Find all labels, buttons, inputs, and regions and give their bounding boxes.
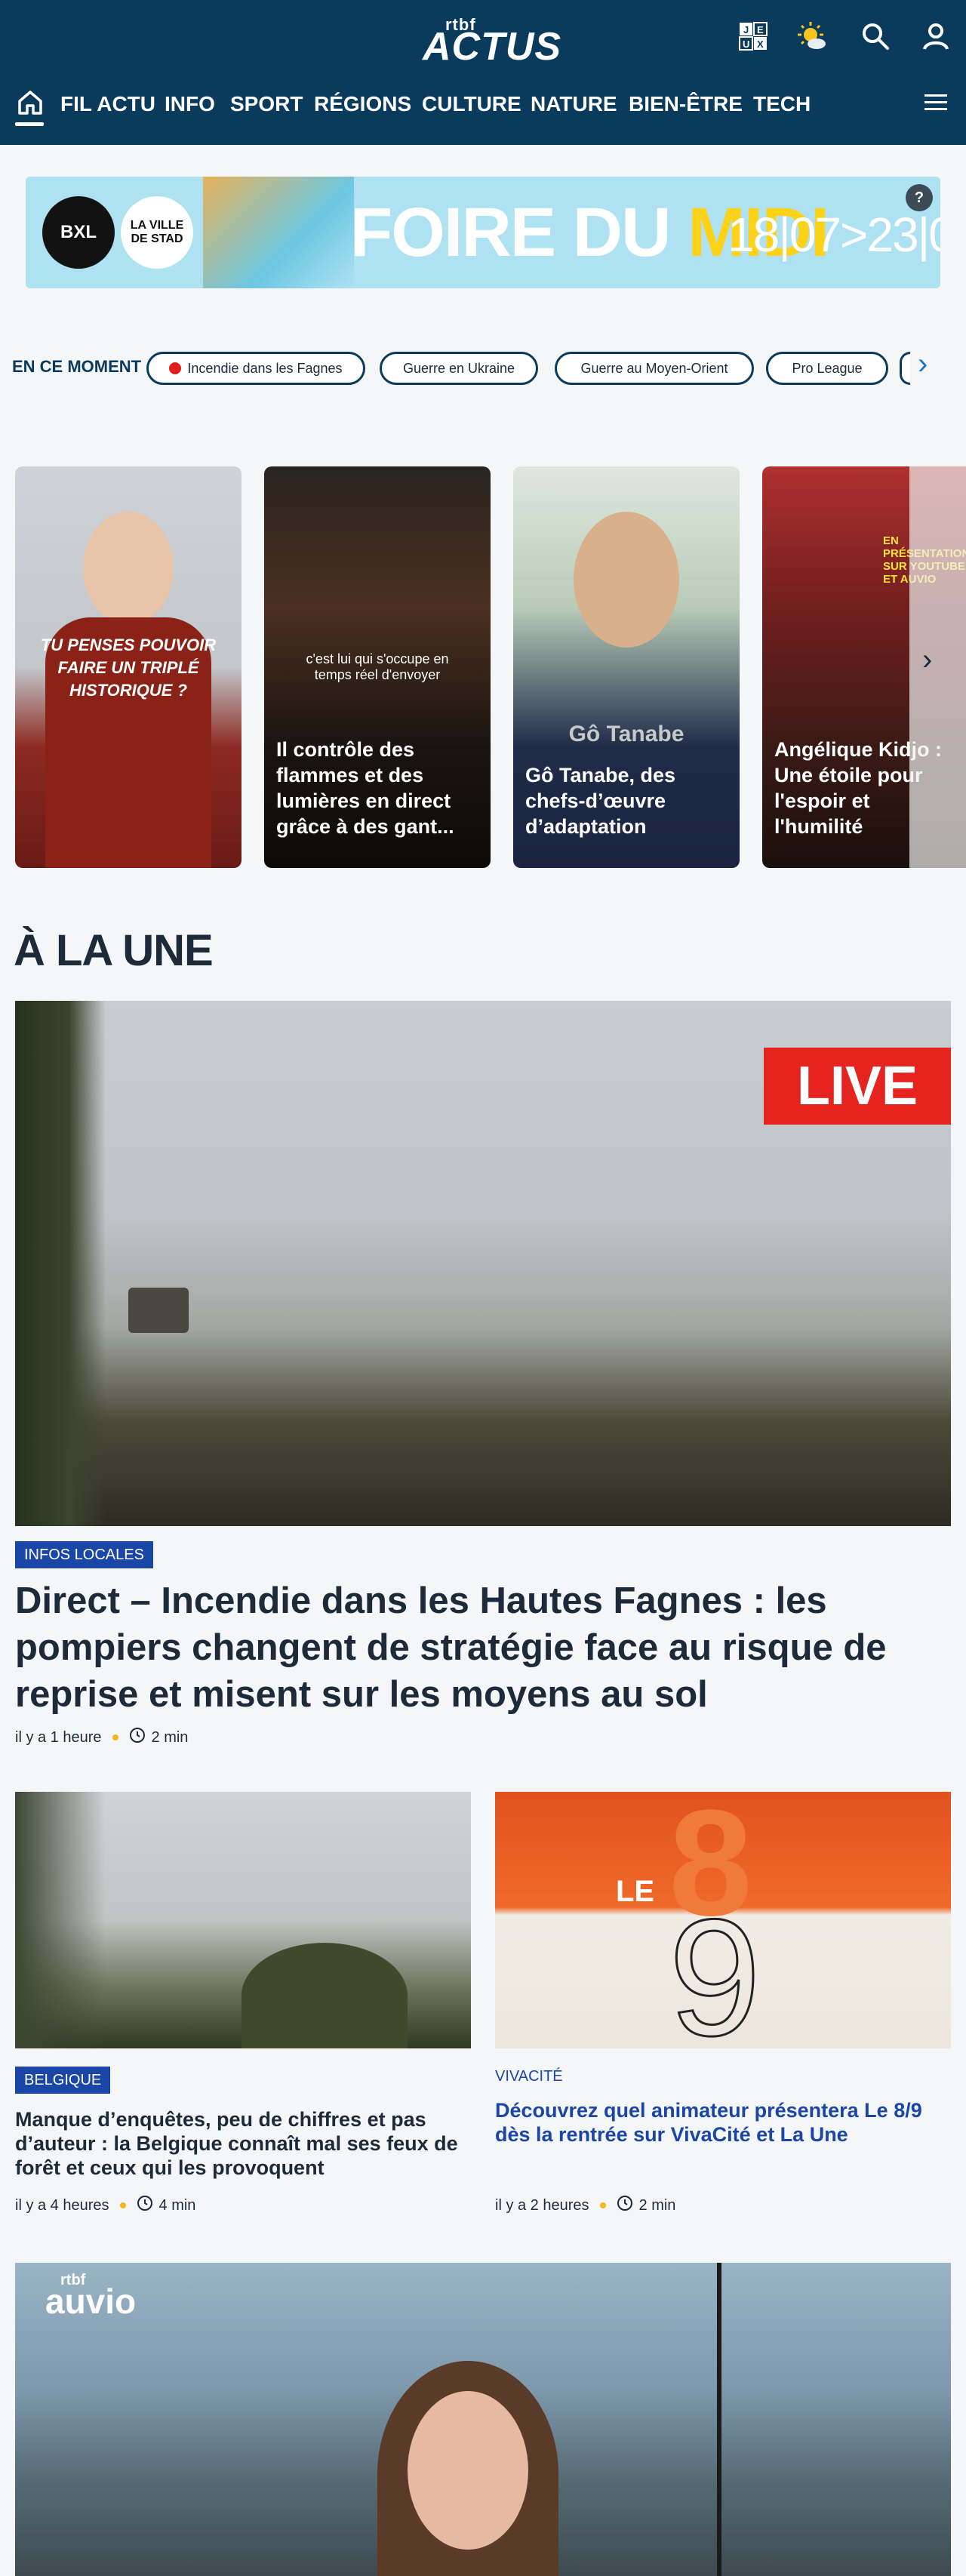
logo-big-text: ACTUS (423, 25, 562, 69)
story-overlay-text: c'est lui qui s'occupe en temps réel d'e… (306, 651, 449, 682)
moment-label: EN CE MOMENT (12, 357, 142, 376)
section-title: À LA UNE (14, 926, 214, 975)
nav-item-tech[interactable]: TECH (753, 92, 811, 116)
nav-item-bien-etre[interactable]: BIEN-ÊTRE (629, 92, 743, 116)
clock-icon (137, 2195, 153, 2216)
article-time: il y a 1 heure (15, 1728, 102, 1746)
article-time: il y a 4 heures (15, 2196, 109, 2214)
article-meta: il y a 2 heures 2 min (495, 2195, 675, 2216)
hero-image[interactable]: LIVE (15, 1001, 951, 1526)
clock-icon (617, 2195, 633, 2216)
separator-dot (119, 2202, 126, 2208)
article-meta: il y a 1 heure 2 min (15, 1727, 188, 1748)
article-image[interactable]: LE 8 9 (495, 1792, 951, 2048)
story-card[interactable]: c'est lui qui s'occupe en temps réel d'e… (264, 466, 491, 868)
le-label: LE (616, 1875, 655, 1908)
search-icon[interactable] (859, 20, 892, 53)
nav-item-culture[interactable]: CULTURE (422, 92, 521, 116)
fire-truck-image (128, 1288, 189, 1333)
home-icon[interactable] (14, 86, 47, 119)
svg-text:E: E (757, 24, 764, 35)
separator-dot (112, 1734, 118, 1740)
topic-pill-moyen-orient[interactable]: Guerre au Moyen-Orient (555, 352, 754, 385)
video-divider (717, 2263, 721, 2576)
live-badge: LIVE (764, 1048, 951, 1125)
story-card[interactable]: TU PENSES POUVOIR FAIRE UN TRIPLÉ HISTOR… (15, 466, 242, 868)
person-image (83, 512, 174, 625)
article-image[interactable] (15, 1792, 471, 2048)
category-tag[interactable]: INFOS LOCALES (15, 1541, 153, 1568)
read-time: 2 min (638, 2196, 676, 2214)
category-tag[interactable]: VIVACITÉ (495, 2068, 563, 2085)
svg-text:U: U (743, 38, 749, 50)
presenter-face (408, 2391, 528, 2550)
separator-dot (599, 2202, 606, 2208)
trees-image (15, 1001, 106, 1526)
svg-text:X: X (757, 38, 764, 50)
banner-dates: 18|07>23|08 (728, 208, 940, 262)
article-meta: il y a 4 heures 4 min (15, 2195, 195, 2216)
story-caption: Gô Tanabe, des chefs-d’œuvre d’adaptatio… (525, 764, 676, 838)
jeux-icon[interactable]: JEUX (737, 20, 770, 53)
topic-pill-incendie[interactable]: Incendie dans les Fagnes (146, 352, 365, 385)
ad-info-icon[interactable]: ? (906, 184, 933, 211)
main-nav: FIL ACTU INFO SPORT RÉGIONS CULTURE NATU… (0, 82, 966, 130)
bush-image (242, 1943, 408, 2048)
video-thumbnail[interactable]: rtbf auvio (15, 2263, 951, 2576)
digit-9: 9 (667, 1884, 761, 2049)
article-time: il y a 2 heures (495, 2196, 589, 2214)
svg-text:J: J (743, 24, 749, 35)
story-caption: Il contrôle des flammes et des lumières … (276, 738, 454, 838)
story-card[interactable]: Gô Tanabe Gô Tanabe, des chefs-d’œuvre d… (513, 466, 740, 868)
weather-icon[interactable] (795, 20, 829, 53)
read-time: 4 min (158, 2196, 196, 2214)
live-dot-icon (169, 362, 182, 374)
topic-pill-partial[interactable] (900, 352, 910, 385)
topic-pill-pro-league[interactable]: Pro League (766, 352, 888, 385)
carousel-fade (909, 466, 966, 868)
hero-headline[interactable]: Direct – Incendie dans les Hautes Fagnes… (15, 1577, 951, 1718)
chevron-right-icon[interactable]: › (922, 643, 932, 677)
nav-item-fil-actu[interactable]: FIL ACTU (60, 92, 155, 116)
nav-item-sport[interactable]: SPORT (230, 92, 303, 116)
bxl-badge: BXL (42, 196, 115, 269)
active-tab-indicator (15, 122, 44, 126)
story-overlay-text: Gô Tanabe (568, 722, 685, 746)
ville-de-stad-badge: LA VILLE DE STAD (121, 196, 193, 269)
read-time: 2 min (151, 1728, 189, 1746)
nav-item-nature[interactable]: NATURE (531, 92, 617, 116)
topic-pill-ukraine[interactable]: Guerre en Ukraine (380, 352, 538, 385)
article-headline[interactable]: Découvrez quel animateur présentera Le 8… (495, 2098, 951, 2147)
article-headline[interactable]: Manque d’enquêtes, peu de chiffres et pa… (15, 2107, 471, 2180)
rtbf-actus-logo[interactable]: rtbf ACTUS (392, 15, 574, 69)
ad-banner[interactable]: BXL LA VILLE DE STAD FOIRE DU MIDI 18|07… (26, 177, 940, 288)
nav-item-regions[interactable]: RÉGIONS (314, 92, 411, 116)
person-image (574, 512, 679, 648)
story-overlay-text: TU PENSES POUVOIR FAIRE UN TRIPLÉ HISTOR… (40, 636, 217, 700)
nav-item-info[interactable]: INFO (165, 92, 215, 116)
chevron-right-icon[interactable]: › (918, 347, 928, 381)
category-tag[interactable]: BELGIQUE (15, 2067, 111, 2094)
user-icon[interactable] (919, 20, 952, 53)
clock-icon (129, 1727, 146, 1748)
site-header: rtbf ACTUS JEUX FIL ACTU INFO SPORT RÉGI… (0, 0, 966, 145)
trees-image (15, 1792, 106, 2048)
menu-icon[interactable] (919, 86, 952, 119)
fairground-art (203, 177, 354, 288)
